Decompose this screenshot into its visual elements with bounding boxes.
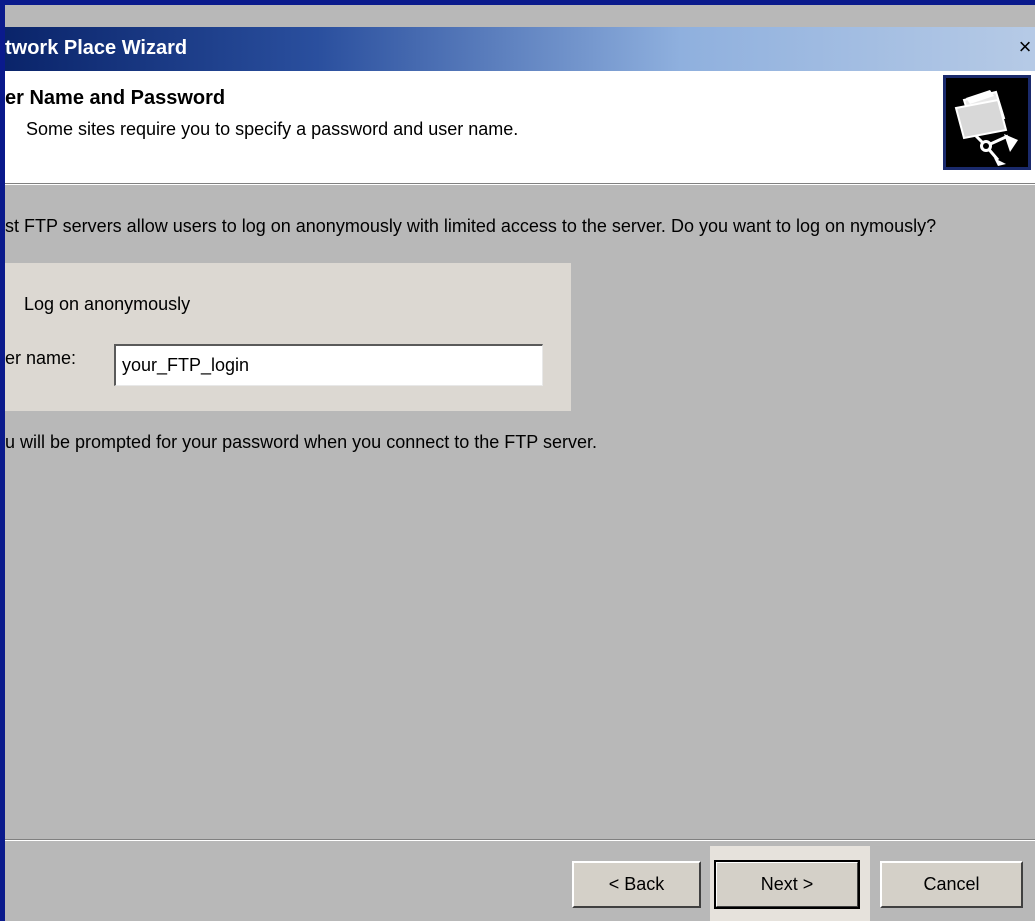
wizard-window: twork Place Wizard × er Name and Passwor… — [0, 0, 1035, 921]
anonymous-checkbox[interactable]: Log on anonymously — [5, 291, 190, 317]
footer-divider — [5, 839, 1035, 841]
user-name-label: er name: — [5, 348, 77, 368]
next-button[interactable]: Next > — [714, 860, 860, 909]
anonymous-checkbox-label: Log on anonymously — [24, 293, 191, 314]
page-subtitle: Some sites require you to specify a pass… — [26, 119, 519, 139]
network-folder-icon — [943, 75, 1031, 170]
window-title: twork Place Wizard — [5, 37, 188, 59]
user-name-input[interactable] — [114, 344, 543, 386]
close-button[interactable]: × — [1015, 33, 1035, 61]
back-button[interactable]: < Back — [572, 861, 701, 908]
credentials-group — [5, 263, 571, 411]
page-title: er Name and Password — [5, 87, 226, 109]
password-prompt-note: u will be prompted for your password whe… — [5, 432, 597, 452]
header-divider — [5, 183, 1035, 185]
anonymous-question-text: st FTP servers allow users to log on ano… — [5, 216, 937, 236]
cancel-button[interactable]: Cancel — [880, 861, 1023, 908]
